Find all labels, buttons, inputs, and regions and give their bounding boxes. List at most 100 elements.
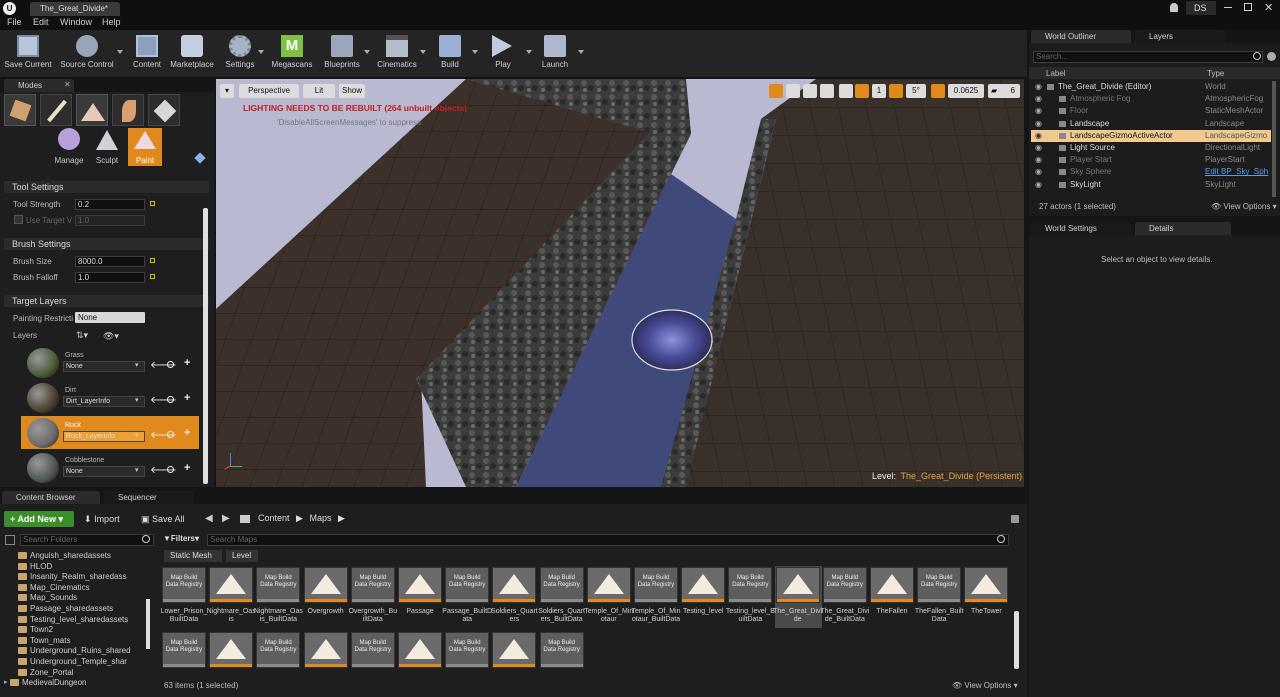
brush-falloff-input[interactable]: 1.0 (75, 272, 145, 283)
menu-window[interactable]: Window (60, 17, 92, 27)
tab-content-browser[interactable]: Content Browser (2, 491, 100, 504)
cinematics-dropdown-icon[interactable] (420, 50, 426, 54)
registry-thumbnail[interactable]: Map Build Data Registry (256, 567, 301, 603)
registry-thumbnail[interactable]: Map Build Data Registry (162, 632, 206, 668)
add-plus-icon[interactable]: + (184, 427, 190, 439)
outliner-row[interactable]: ◉ The_Great_Divide (Editor) World (1031, 81, 1271, 93)
mode-geometry-button[interactable] (148, 94, 180, 126)
tab-details[interactable]: Details (1135, 222, 1231, 235)
browse-search-icon[interactable] (167, 396, 174, 403)
layer-info-select[interactable]: Dirt_LayerInfo (63, 396, 145, 407)
registry-thumbnail[interactable]: Map Build Data Registry (445, 632, 490, 668)
outliner-row[interactable]: ◉ Sky Sphere Edit BP_Sky_Sph (1031, 166, 1271, 178)
save-all-button[interactable]: ▣ Save All (141, 512, 185, 526)
folder-item[interactable]: Anguish_sharedassets (6, 551, 111, 561)
source-control-button[interactable]: Source Control (58, 30, 116, 76)
cb-view-options-button[interactable]: 👁 View Options ▾ (952, 681, 1018, 690)
registry-thumbnail[interactable]: Map Build Data Registry (634, 567, 678, 603)
eye-visibility-icon[interactable]: ◉ (1035, 130, 1042, 142)
map-thumbnail[interactable] (964, 567, 1009, 603)
outliner-search-input[interactable]: Search... (1033, 51, 1263, 63)
brush-settings-header[interactable]: Brush Settings (4, 238, 209, 250)
registry-thumbnail[interactable]: Map Build Data Registry (256, 632, 301, 668)
menu-file[interactable]: File (7, 17, 22, 27)
eye-visibility-icon[interactable]: ◉ (1035, 166, 1042, 178)
play-dropdown-icon[interactable] (526, 50, 532, 54)
search-folders-input[interactable]: Search Folders (20, 534, 154, 546)
asset-name[interactable]: Temple_Of_Minotaur (584, 608, 634, 624)
folder-scrollbar[interactable] (146, 599, 150, 649)
content-button[interactable]: Content (128, 30, 166, 76)
filters-button[interactable]: ▼Filters▾ (163, 534, 199, 543)
close-icon[interactable]: ✕ (64, 80, 71, 89)
scale-snap-icon[interactable] (931, 84, 945, 98)
outliner-row[interactable]: ◉ Landscape Landscape (1031, 118, 1271, 130)
mode-landscape-button[interactable] (76, 94, 108, 126)
registry-thumbnail[interactable]: Map Build Data Registry (350, 632, 395, 668)
add-plus-icon[interactable]: + (184, 357, 190, 369)
translate-icon[interactable] (769, 84, 783, 98)
layer-info-select[interactable]: Rock_LayerInfo (63, 431, 145, 442)
build-dropdown-icon[interactable] (472, 50, 478, 54)
blueprints-dropdown-icon[interactable] (364, 50, 370, 54)
map-thumbnail[interactable] (398, 567, 442, 603)
eye-visibility-icon[interactable]: ◉ (1035, 105, 1042, 117)
grid-snap-value[interactable]: 1 (872, 84, 886, 98)
map-thumbnail[interactable] (303, 567, 348, 603)
expand-arrow-icon[interactable]: ▸ (18, 625, 22, 635)
search-icon[interactable] (997, 535, 1005, 543)
asset-name[interactable]: Testing_level (678, 608, 728, 616)
eye-visibility-icon[interactable]: ◉ (1035, 154, 1042, 166)
sources-toggle-icon[interactable] (5, 535, 15, 545)
map-thumbnail[interactable] (492, 567, 537, 603)
chevron-down-icon[interactable]: ▾ (135, 431, 139, 439)
asset-name[interactable]: Soldiers_Quarters (489, 608, 539, 624)
camera-speed-button[interactable]: ▰ 6 (988, 84, 1020, 98)
search-icon[interactable] (142, 535, 150, 543)
eye-visibility-icon[interactable]: ◉ (1035, 81, 1042, 93)
asset-name[interactable]: Overgrowth_BuiltData (348, 608, 398, 624)
folder-item[interactable]: Map_Cinematics (6, 583, 90, 593)
bell-icon[interactable] (1170, 3, 1178, 12)
folder-item[interactable]: Town_mats (6, 636, 70, 646)
surface-snap-icon[interactable] (839, 84, 853, 98)
reset-icon[interactable] (150, 274, 155, 279)
document-tab[interactable]: The_Great_Divide* (30, 2, 120, 16)
scale-snap-value[interactable]: 0.0625 (948, 84, 984, 98)
asset-name[interactable]: Testing_level_BuiltData (725, 608, 775, 624)
menu-help[interactable]: Help (102, 17, 121, 27)
search-icon[interactable] (1253, 52, 1261, 60)
eye-visibility-icon[interactable]: ◉ (1035, 142, 1042, 154)
map-thumbnail[interactable] (681, 567, 726, 603)
asset-name[interactable]: Lower_Prison_BuiltData (159, 608, 209, 624)
marketplace-button[interactable]: Marketplace (168, 30, 216, 76)
registry-thumbnail[interactable]: Map Build Data Registry (728, 567, 773, 603)
folder-item[interactable]: ▸ Map_Sounds (6, 593, 77, 603)
eye-visibility-icon[interactable]: 👁▾ (103, 331, 119, 342)
registry-thumbnail[interactable]: Map Build Data Registry (162, 567, 206, 603)
expand-arrow-icon[interactable]: ▸ (4, 678, 8, 688)
asset-name[interactable]: Soldiers_Quarters_BuiltData (537, 608, 587, 624)
close-button[interactable]: ✕ (1264, 1, 1273, 14)
show-button[interactable]: Show (339, 84, 365, 98)
column-label[interactable]: Label (1046, 69, 1066, 78)
add-new-button[interactable]: + Add New ▾ (4, 511, 74, 527)
expand-arrow-icon[interactable]: ▸ (18, 593, 22, 603)
asset-name[interactable]: Passage_BuiltData (442, 608, 492, 624)
add-plus-icon[interactable]: + (184, 462, 190, 474)
map-thumbnail[interactable] (492, 632, 537, 668)
outliner-row[interactable]: ◉ LandscapeGizmoActiveActor LandscapeGizmo (1031, 129, 1271, 142)
tab-world-settings[interactable]: World Settings (1031, 222, 1131, 235)
registry-thumbnail[interactable]: Map Build Data Registry (539, 567, 584, 603)
chevron-down-icon[interactable]: ▾ (135, 466, 139, 474)
folder-item[interactable]: Insanity_Realm_sharedass (6, 572, 127, 582)
asset-name[interactable]: Nightmare_Oasis (206, 608, 256, 624)
browse-search-icon[interactable] (167, 466, 174, 473)
brush-size-input[interactable]: 8000.0 (75, 256, 145, 267)
search-maps-input[interactable]: Search Maps (207, 534, 1009, 546)
layer-sort-icon[interactable]: ⇅▾ (76, 330, 88, 341)
build-button[interactable]: Build (432, 30, 468, 76)
chevron-down-icon[interactable]: ▾ (135, 396, 139, 404)
asset-name[interactable]: Overgrowth (301, 608, 351, 616)
mode-paint-mesh-button[interactable] (40, 94, 72, 126)
